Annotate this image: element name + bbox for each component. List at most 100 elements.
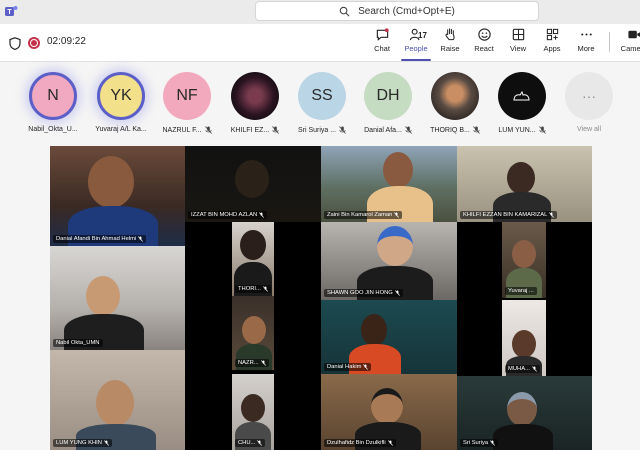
mic-off-icon — [138, 236, 144, 242]
participant-name: KHILFI EZ... — [231, 126, 280, 134]
people-label: People — [404, 44, 428, 53]
mic-off-icon — [531, 366, 537, 372]
participant-label: Danial Hakim — [324, 363, 372, 371]
title-bar: T Search (Cmd+Opt+E) — [0, 0, 640, 24]
participant-label: Yuvaraj ... — [505, 287, 537, 295]
mic-off-icon — [549, 212, 555, 218]
participant-thoriq[interactable]: THORIQ B... — [417, 72, 493, 134]
participant-label: Zaini Bin Kamarol Zaman — [324, 211, 403, 219]
mic-off-icon — [394, 212, 400, 218]
mic-off-icon — [262, 286, 268, 292]
camera-icon — [627, 30, 640, 39]
apps-button[interactable]: Apps — [535, 27, 569, 59]
video-tile[interactable]: CHU... — [232, 374, 274, 450]
participant-label: SHAWN GOO JIN HONG — [324, 289, 403, 297]
meeting-timer: 02:09:22 — [47, 36, 86, 47]
participant-label: IZZAT BIN MOHD AZLAN — [188, 211, 268, 219]
video-tile[interactable]: Zaini Bin Kamarol Zaman — [321, 146, 457, 222]
more-label: More — [577, 44, 595, 53]
video-tile[interactable]: Danial Afandi Bin Ahmad Helmi — [50, 146, 185, 246]
avatar: NF — [163, 72, 211, 120]
search-placeholder: Search (Cmd+Opt+E) — [358, 5, 455, 17]
mic-off-icon — [490, 440, 496, 446]
view-all-button[interactable]: ··· View all — [551, 72, 627, 133]
participant-label: KHILFI EZZAN BIN KAMARIZAL — [460, 211, 558, 219]
more-button[interactable]: More — [569, 27, 603, 59]
participant-label: Danial Afandi Bin Ahmad Helmi — [53, 235, 147, 243]
participant-nabil[interactable]: N Nabil_Okta_U... — [15, 72, 91, 133]
apps-icon — [546, 28, 558, 41]
view-all-label: View all — [577, 126, 601, 133]
mic-off-icon — [363, 364, 369, 370]
video-tile[interactable]: KHILFI EZZAN BIN KAMARIZAL — [457, 146, 592, 222]
video-tile[interactable]: NAZR... — [232, 296, 274, 370]
participant-label: Nabil Okta_UMN — [53, 339, 103, 347]
video-tile[interactable]: Danial Hakim — [321, 300, 457, 374]
chat-label: Chat — [374, 44, 390, 53]
meeting-controls: 02:09:22 Chat 17 People Raise React View… — [0, 24, 640, 62]
participant-name: NAZRUL F... — [162, 126, 212, 134]
cat-icon — [513, 90, 530, 101]
participant-label: THORI... — [235, 285, 271, 293]
view-label: View — [509, 44, 527, 53]
video-tile[interactable]: Nabil Okta_UMN — [50, 246, 185, 350]
camera-button[interactable]: Camera — [614, 27, 640, 59]
participant-label: CHU... — [235, 439, 266, 447]
participant-name: Nabil_Okta_U... — [28, 126, 78, 133]
participant-label: Sri Suriya — [460, 439, 499, 447]
participant-strip: N Nabil_Okta_U... YK Yuvaraj A/L Ka... N… — [0, 62, 640, 146]
video-tile[interactable]: Yuvaraj ... — [502, 222, 546, 298]
mic-off-icon — [472, 126, 480, 134]
people-count: 17 — [418, 31, 427, 40]
shield-icon — [9, 37, 21, 50]
avatar-photo — [231, 72, 279, 120]
recording-icon — [28, 37, 40, 49]
mic-off-icon — [272, 126, 280, 134]
mic-off-icon — [257, 440, 263, 446]
chat-button[interactable]: Chat — [365, 27, 399, 59]
smiley-icon — [477, 28, 491, 41]
view-button[interactable]: View — [501, 27, 535, 59]
participant-label: NAZR... — [235, 359, 269, 367]
video-tile[interactable]: MUHA... — [502, 300, 546, 376]
raise-hand-button[interactable]: Raise — [433, 27, 467, 59]
video-tile[interactable]: THORI... — [232, 222, 274, 296]
participant-label: Dzulhafidz Bin Dzulkifli — [324, 439, 396, 447]
react-button[interactable]: React — [467, 27, 501, 59]
participant-yuvaraj[interactable]: YK Yuvaraj A/L Ka... — [83, 72, 159, 133]
svg-text:T: T — [7, 9, 12, 16]
toolbar-divider — [609, 32, 610, 52]
avatar-photo — [498, 72, 546, 120]
video-tile[interactable]: Sri Suriya — [457, 376, 592, 450]
mic-off-icon — [538, 126, 546, 134]
mic-off-icon — [339, 126, 346, 134]
video-tile[interactable]: SHAWN GOO JIN HONG — [321, 222, 457, 300]
mic-off-icon — [104, 440, 109, 446]
participant-nazrul[interactable]: NF NAZRUL F... — [149, 72, 225, 134]
chat-icon — [376, 28, 389, 41]
participant-lum-yung[interactable]: LUM YUN... — [484, 72, 560, 134]
apps-label: Apps — [543, 44, 561, 53]
camera-label: Camera — [620, 44, 640, 53]
participant-label: LUM YUNG KHIN — [53, 439, 112, 447]
participant-name: Sri Suriya ... — [298, 126, 346, 134]
participant-name: Danial Afa... — [364, 126, 412, 134]
mic-off-icon — [387, 440, 393, 446]
avatar: DH — [364, 72, 412, 120]
search-box[interactable]: Search (Cmd+Opt+E) — [255, 1, 539, 21]
participant-khilfi[interactable]: KHILFI EZ... — [217, 72, 293, 134]
participant-name: THORIQ B... — [430, 126, 480, 134]
mic-off-icon — [405, 126, 412, 134]
avatar-photo — [431, 72, 479, 120]
participant-name: LUM YUN... — [498, 126, 546, 134]
video-tile[interactable]: LUM YUNG KHIN — [50, 350, 185, 450]
video-tile[interactable]: Dzulhafidz Bin Dzulkifli — [321, 374, 457, 450]
participant-sri-suriya[interactable]: SS Sri Suriya ... — [284, 72, 360, 134]
mic-off-icon — [394, 290, 400, 296]
raise-label: Raise — [440, 44, 460, 53]
video-grid: Danial Afandi Bin Ahmad Helmi IZZAT BIN … — [50, 146, 592, 450]
search-icon — [339, 6, 350, 16]
people-button[interactable]: 17 People — [399, 27, 433, 61]
video-tile[interactable]: IZZAT BIN MOHD AZLAN — [185, 146, 321, 222]
participant-danial[interactable]: DH Danial Afa... — [350, 72, 426, 134]
